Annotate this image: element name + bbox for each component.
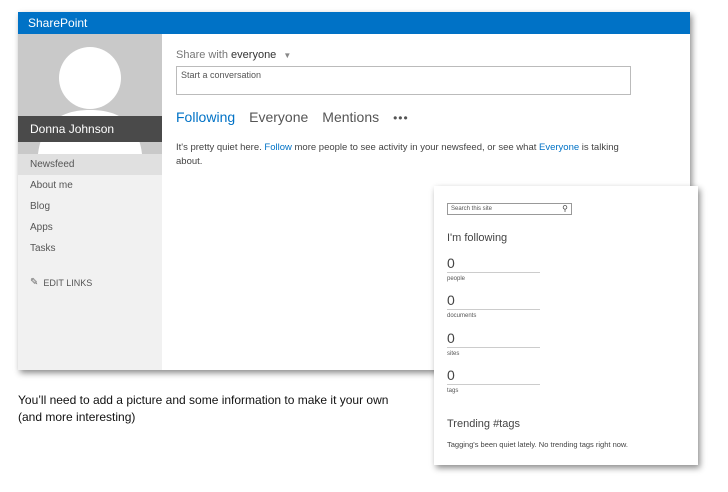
share-with-selector[interactable]: Share with everyone ▼ <box>176 49 291 61</box>
left-nav: Newsfeed About me Blog Apps Tasks <box>18 154 162 259</box>
trending-heading: Trending #tags <box>447 418 520 430</box>
divider <box>447 384 540 385</box>
pencil-icon: ✎ <box>30 277 39 288</box>
tab-following[interactable]: Following <box>176 109 235 125</box>
stat-tags[interactable]: 0 tags <box>447 367 540 394</box>
tab-everyone[interactable]: Everyone <box>249 109 308 125</box>
profile-picture[interactable]: Donna Johnson <box>18 34 162 154</box>
search-input[interactable]: Search this site ⚲ <box>447 203 572 215</box>
caption-text: You’ll need to add a picture and some in… <box>18 393 389 424</box>
empty-feed-message: It's pretty quiet here. Follow more peop… <box>176 141 646 169</box>
profile-name[interactable]: Donna Johnson <box>18 116 162 142</box>
stat-label: people <box>447 276 466 282</box>
stat-people[interactable]: 0 people <box>447 255 540 282</box>
share-audience: everyone <box>231 49 277 61</box>
app-title-link[interactable]: SharePoint <box>28 16 87 30</box>
feed-text-2: more people to see activity in your news… <box>291 142 540 153</box>
nav-item-about-me[interactable]: About me <box>18 175 162 196</box>
nav-item-blog[interactable]: Blog <box>18 196 162 217</box>
divider <box>447 272 540 273</box>
stat-documents[interactable]: 0 documents <box>447 292 540 319</box>
everyone-link[interactable]: Everyone <box>539 142 579 153</box>
trending-message: Tagging's been quiet lately. No trending… <box>447 440 628 449</box>
search-icon[interactable]: ⚲ <box>562 204 568 214</box>
divider <box>447 309 540 310</box>
tab-mentions[interactable]: Mentions <box>322 109 379 125</box>
stat-sites[interactable]: 0 sites <box>447 330 540 357</box>
search-placeholder: Search this site <box>451 206 493 212</box>
conversation-placeholder: Start a conversation <box>181 70 262 80</box>
nav-item-apps[interactable]: Apps <box>18 217 162 238</box>
more-tabs-button[interactable]: ••• <box>393 111 409 125</box>
stat-label: tags <box>447 388 459 394</box>
following-panel: Search this site ⚲ I'm following 0 peopl… <box>434 186 698 465</box>
left-panel: Donna Johnson Newsfeed About me Blog App… <box>18 34 162 370</box>
stat-value: 0 <box>447 292 455 308</box>
stat-value: 0 <box>447 367 455 383</box>
feed-text-1: It's pretty quiet here. <box>176 142 265 153</box>
share-with-prefix: Share with <box>176 49 228 61</box>
follow-link[interactable]: Follow <box>264 142 291 153</box>
stat-label: documents <box>447 313 477 319</box>
stat-label: sites <box>447 351 460 357</box>
stat-value: 0 <box>447 255 455 271</box>
nav-item-tasks[interactable]: Tasks <box>18 238 162 259</box>
start-conversation-input[interactable]: Start a conversation <box>176 66 631 95</box>
chevron-down-icon: ▼ <box>283 51 292 60</box>
following-heading: I'm following <box>447 232 508 244</box>
divider <box>447 347 540 348</box>
suite-bar: SharePoint <box>18 12 690 34</box>
nav-item-newsfeed[interactable]: Newsfeed <box>18 154 162 175</box>
edit-links-label: EDIT LINKS <box>43 277 93 288</box>
edit-links-button[interactable]: ✎ EDIT LINKS <box>30 277 92 288</box>
feed-tabs: Following Everyone Mentions ••• <box>176 109 423 125</box>
stat-value: 0 <box>447 330 455 346</box>
